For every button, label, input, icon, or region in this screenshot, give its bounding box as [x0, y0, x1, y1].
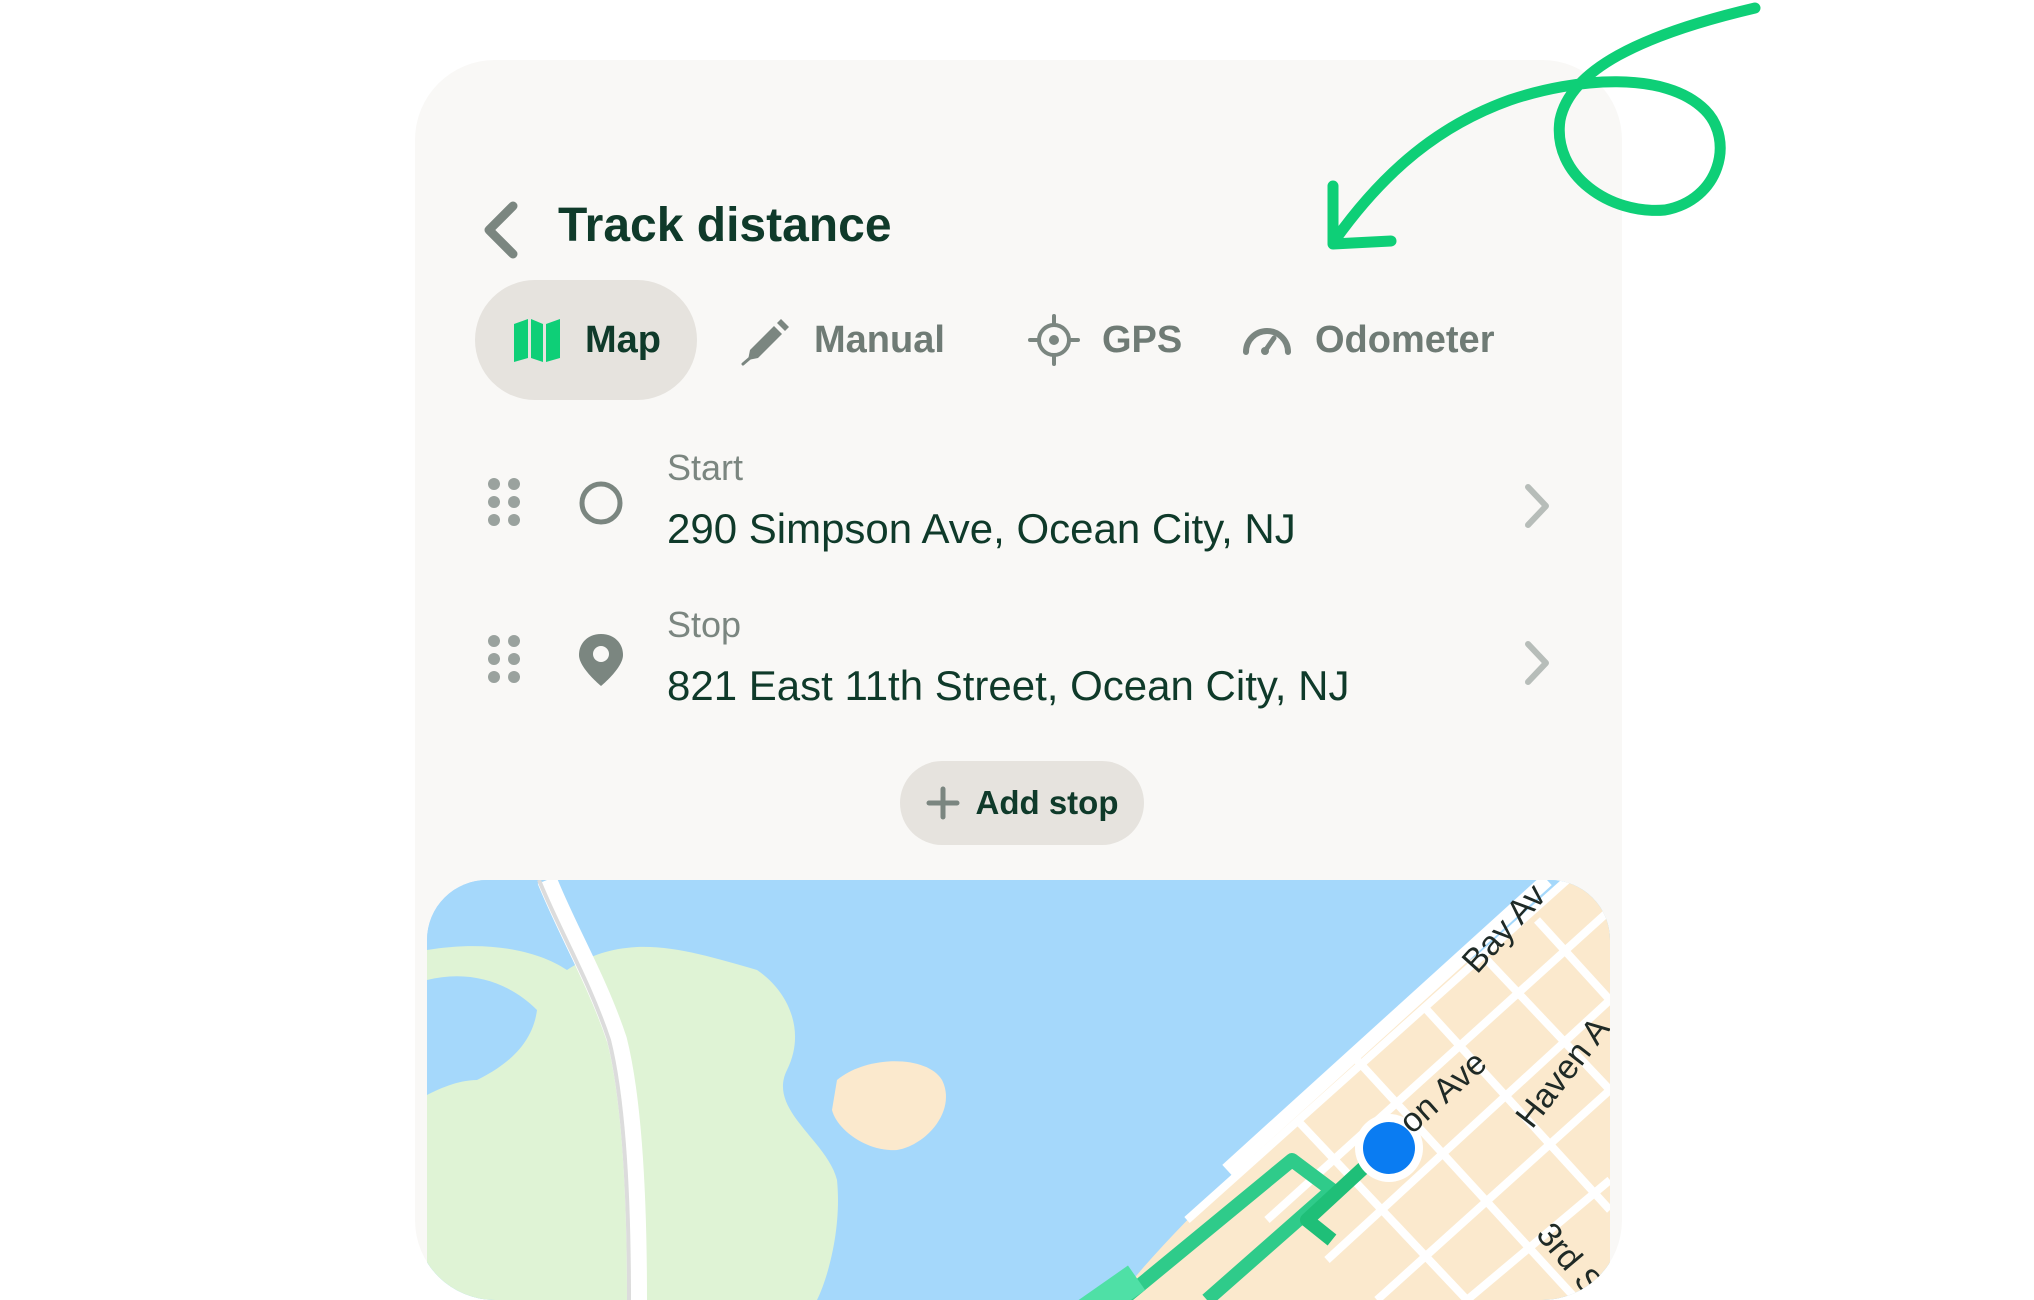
tab-label: Odometer — [1315, 318, 1495, 361]
stop-label: Stop — [667, 604, 742, 645]
tab-label: GPS — [1102, 318, 1183, 361]
page-title: Track distance — [558, 199, 892, 252]
mode-tabs: Map Manual GPS Odometer — [475, 280, 1575, 400]
tab-label: Manual — [814, 318, 945, 361]
tab-gps[interactable]: GPS — [1028, 280, 1182, 400]
chevron-left-icon — [484, 201, 518, 259]
tab-label: Map — [585, 318, 661, 361]
header: Track distance — [415, 160, 1622, 259]
chevron-right-icon[interactable] — [1518, 481, 1554, 531]
tab-map[interactable]: Map — [475, 280, 697, 400]
add-stop-button[interactable]: Add stop — [900, 761, 1144, 845]
start-label: Start — [667, 447, 744, 488]
track-distance-card: Track distance Map Manual GPS Odometer S… — [415, 60, 1622, 1300]
tab-manual[interactable]: Manual — [740, 280, 945, 400]
tab-odometer[interactable]: Odometer — [1241, 280, 1494, 400]
start-address-field[interactable]: 290 Simpson Ave, Ocean City, NJ — [667, 505, 1296, 553]
route-stop-row[interactable]: Stop 821 East 11th Street, Ocean City, N… — [415, 582, 1622, 732]
location-pin-icon — [575, 630, 627, 690]
drag-handle-icon[interactable] — [487, 477, 521, 527]
plus-icon — [926, 786, 960, 820]
gauge-icon — [1241, 314, 1293, 366]
chevron-right-icon[interactable] — [1518, 638, 1554, 688]
route-map[interactable]: Bay Av on Ave Haven A 3rd S — [427, 880, 1610, 1300]
route-start-row[interactable]: Start 290 Simpson Ave, Ocean City, NJ — [415, 425, 1622, 575]
pencil-icon — [740, 314, 792, 366]
add-stop-label: Add stop — [975, 784, 1119, 821]
circle-icon — [575, 473, 627, 533]
map-icon — [511, 314, 563, 366]
back-button[interactable] — [477, 200, 525, 260]
drag-handle-icon[interactable] — [487, 634, 521, 684]
crosshair-icon — [1028, 314, 1080, 366]
stop-address-field[interactable]: 821 East 11th Street, Ocean City, NJ — [667, 662, 1349, 710]
